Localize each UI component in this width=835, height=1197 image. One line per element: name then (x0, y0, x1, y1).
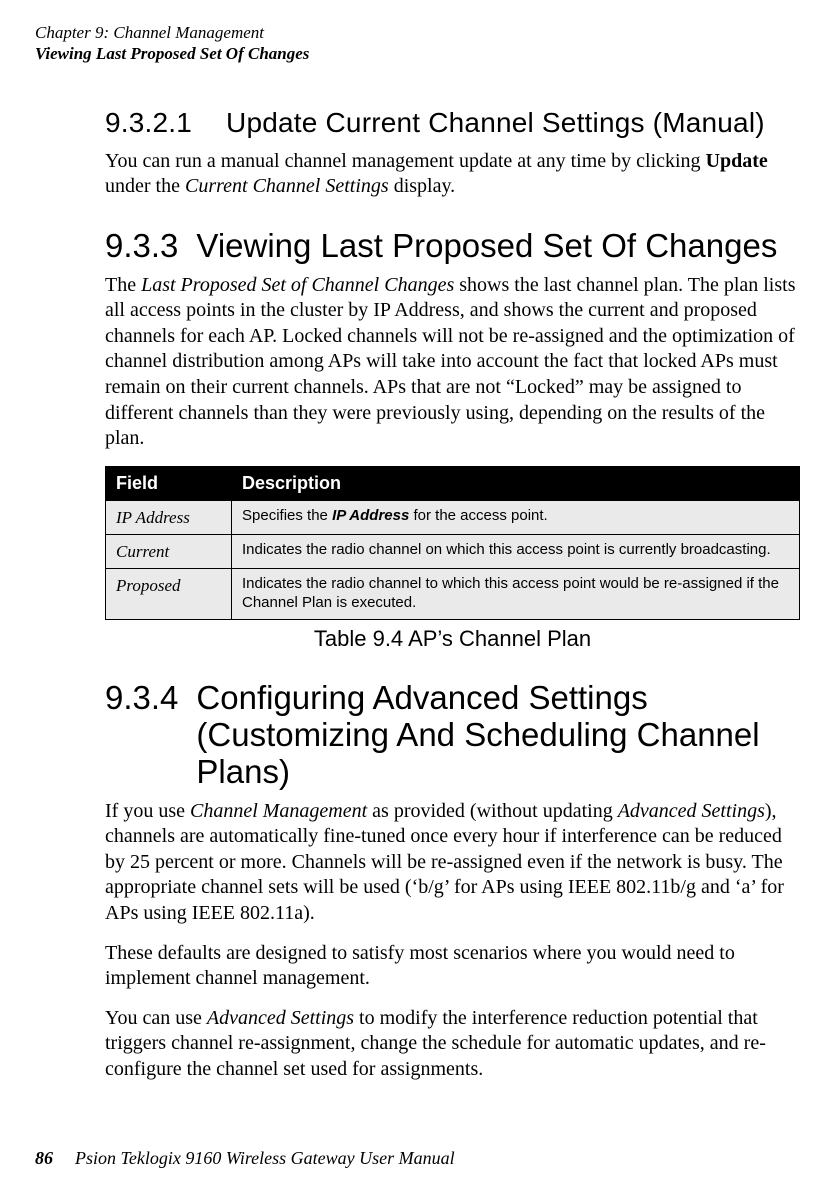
text-bold-italic: IP Address (332, 507, 409, 524)
col-header-description: Description (232, 466, 800, 500)
running-header: Chapter 9: Channel Management Viewing La… (35, 22, 800, 65)
text: shows the last channel plan. The plan li… (105, 274, 796, 450)
heading-number: 9.3.4 (105, 680, 178, 717)
text: The (105, 274, 141, 296)
heading-title: Update Current Channel Settings (Manual) (226, 107, 765, 139)
text: under the (105, 175, 185, 197)
table-row: Current Indicates the radio channel on w… (106, 535, 800, 569)
text-italic: Advanced Settings (207, 1007, 354, 1029)
cell-field: Current (106, 535, 232, 569)
channel-plan-table: Field Description IP Address Specifies t… (105, 466, 800, 620)
text: Indicates the radio channel on which thi… (242, 541, 771, 558)
text: Specifies the (242, 507, 332, 524)
heading-9-3-2-1: 9.3.2.1 Update Current Channel Settings … (105, 107, 800, 139)
paragraph: You can run a manual channel management … (105, 149, 800, 200)
text: display. (389, 175, 455, 197)
cell-description: Indicates the radio channel on which thi… (232, 535, 800, 569)
heading-title: Viewing Last Proposed Set Of Changes (196, 228, 777, 265)
text: for the access point. (409, 507, 547, 524)
text: You can run a manual channel management … (105, 150, 706, 172)
text: as provided (without updating (367, 800, 618, 822)
heading-number: 9.3.3 (105, 228, 178, 265)
header-section: Viewing Last Proposed Set Of Changes (35, 43, 800, 64)
paragraph: If you use Channel Management as provide… (105, 799, 800, 927)
cell-description: Specifies the IP Address for the access … (232, 500, 800, 534)
text: You can use (105, 1007, 207, 1029)
paragraph: These defaults are designed to satisfy m… (105, 941, 800, 992)
heading-9-3-3: 9.3.3 Viewing Last Proposed Set Of Chang… (105, 228, 800, 265)
text: Indicates the radio channel to which thi… (242, 575, 779, 611)
heading-9-3-4: 9.3.4 Configuring Advanced Settings (Cus… (105, 680, 800, 791)
table-caption: Table 9.4 AP’s Channel Plan (105, 626, 800, 652)
text-italic: Last Proposed Set of Channel Changes (141, 274, 454, 296)
paragraph: The Last Proposed Set of Channel Changes… (105, 273, 800, 452)
cell-field: IP Address (106, 500, 232, 534)
text-italic: Channel Management (190, 800, 367, 822)
table-header-row: Field Description (106, 466, 800, 500)
text-italic: Current Channel Settings (185, 175, 389, 197)
cell-field: Proposed (106, 569, 232, 620)
text: If you use (105, 800, 190, 822)
cell-description: Indicates the radio channel to which thi… (232, 569, 800, 620)
text-italic: Advanced Settings (618, 800, 765, 822)
table-row: Proposed Indicates the radio channel to … (106, 569, 800, 620)
heading-number: 9.3.2.1 (105, 107, 192, 139)
page-number: 86 (35, 1148, 53, 1169)
paragraph: You can use Advanced Settings to modify … (105, 1006, 800, 1083)
table-row: IP Address Specifies the IP Address for … (106, 500, 800, 534)
col-header-field: Field (106, 466, 232, 500)
text-bold: Update (706, 150, 768, 172)
page-footer: 86 Psion Teklogix 9160 Wireless Gateway … (35, 1148, 800, 1169)
header-chapter: Chapter 9: Channel Management (35, 22, 800, 43)
manual-title: Psion Teklogix 9160 Wireless Gateway Use… (75, 1148, 455, 1169)
heading-title: Configuring Advanced Settings (Customizi… (196, 680, 800, 791)
